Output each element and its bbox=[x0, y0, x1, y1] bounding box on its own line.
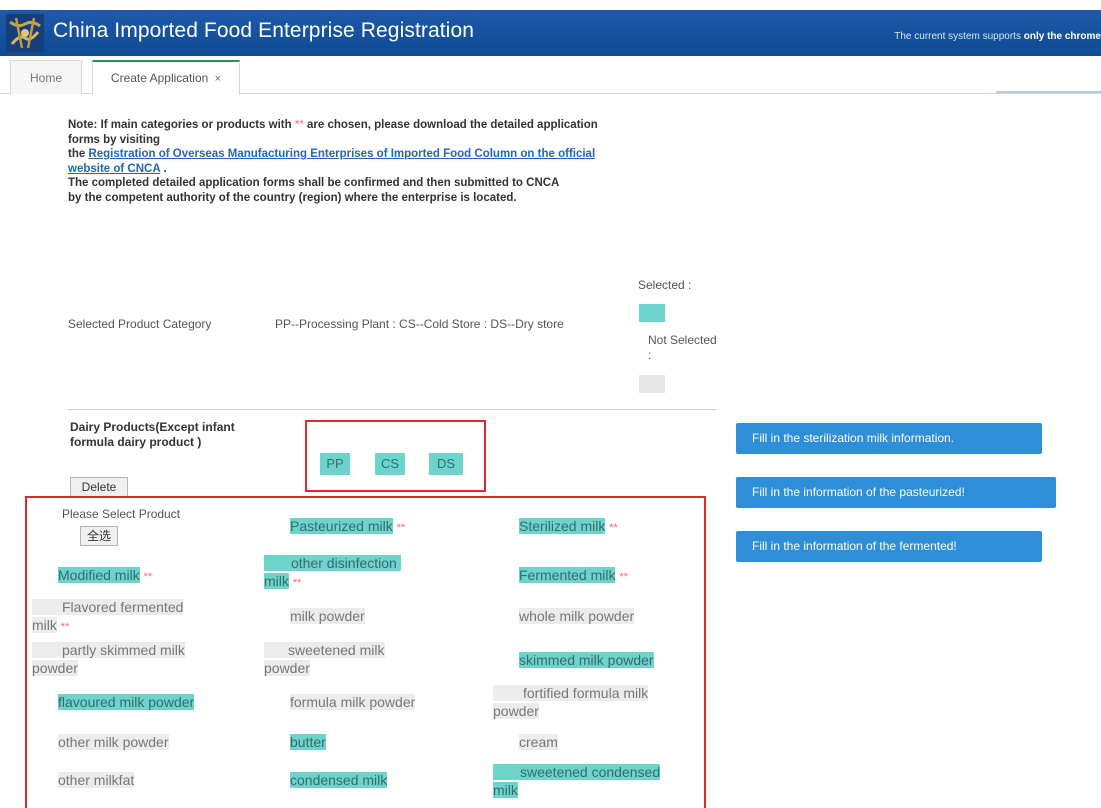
application-note: Note: If main categories or products wit… bbox=[68, 118, 608, 205]
tab-create-application[interactable]: Create Application × bbox=[92, 60, 240, 95]
browser-support-note: The current system supports only the chr… bbox=[894, 31, 1101, 42]
pasteurized-info-button[interactable]: Fill in the information of the pasteuriz… bbox=[736, 477, 1056, 508]
product-other-disinfection-milk[interactable]: other disinfection milk ** bbox=[264, 554, 464, 592]
header-accent-line bbox=[996, 91, 1101, 93]
product-label: butter bbox=[290, 734, 326, 750]
sterilization-milk-button[interactable]: Fill in the sterilization milk informati… bbox=[736, 423, 1042, 454]
tab-create-application-label: Create Application bbox=[110, 71, 209, 85]
product-formula-milk-powder[interactable]: formula milk powder bbox=[290, 693, 416, 711]
note-line2b: . bbox=[163, 162, 167, 175]
legend-not-selected-label: Not Selected : bbox=[648, 333, 717, 362]
plant-tag-cs[interactable]: CS bbox=[375, 453, 405, 475]
product-cream[interactable]: cream bbox=[519, 733, 558, 751]
product-label-line2: milk bbox=[493, 782, 518, 798]
product-label-line2: milk bbox=[264, 573, 289, 589]
product-label: whole milk powder bbox=[519, 608, 635, 624]
product-skimmed-milk-powder[interactable]: skimmed milk powder bbox=[519, 651, 654, 669]
product-label: Flavored fermented bbox=[32, 599, 184, 615]
product-other-milkfat[interactable]: other milkfat bbox=[58, 771, 135, 789]
delete-category-button[interactable]: Delete bbox=[70, 477, 128, 497]
product-sweetened-condensed-milk[interactable]: sweetened condensed milk bbox=[493, 763, 703, 799]
app-header: China Imported Food Enterprise Registrat… bbox=[0, 0, 1101, 56]
product-label-line2: powder bbox=[264, 660, 310, 676]
app-title: China Imported Food Enterprise Registrat… bbox=[53, 19, 475, 42]
product-modified-milk[interactable]: Modified milk ** bbox=[58, 566, 152, 586]
star-marker: ** bbox=[143, 571, 153, 583]
note-star-marker: ** bbox=[294, 119, 304, 131]
star-marker: ** bbox=[396, 522, 406, 534]
product-label: other disinfection bbox=[264, 555, 401, 571]
registration-logo-icon bbox=[6, 14, 44, 52]
product-label-line2: powder bbox=[32, 660, 78, 676]
product-label: other milkfat bbox=[58, 772, 135, 788]
star-marker: ** bbox=[292, 577, 302, 589]
product-butter[interactable]: butter bbox=[290, 733, 326, 751]
legend-selected-swatch bbox=[639, 304, 665, 322]
note-line3: The completed detailed application forms… bbox=[68, 177, 560, 189]
product-label: milk powder bbox=[290, 608, 365, 624]
category-description: PP--Processing Plant : CS--Cold Store : … bbox=[275, 317, 564, 331]
legend-not-selected-swatch bbox=[639, 375, 665, 393]
product-label: Fermented milk bbox=[519, 567, 616, 583]
star-marker: ** bbox=[60, 621, 70, 633]
product-milk-powder[interactable]: milk powder bbox=[290, 607, 365, 625]
plant-tag-ds[interactable]: DS bbox=[429, 453, 463, 475]
close-tab-icon[interactable]: × bbox=[215, 73, 221, 85]
dairy-category-label: Dairy Products(Except infant formula dai… bbox=[70, 420, 235, 449]
product-label: sweetened milk bbox=[264, 642, 385, 658]
cnca-registration-link[interactable]: Registration of Overseas Manufacturing E… bbox=[68, 148, 595, 175]
star-marker: ** bbox=[609, 522, 618, 534]
selected-product-category-label: Selected Product Category bbox=[68, 317, 212, 331]
product-label: sweetened condensed bbox=[493, 764, 661, 780]
plant-tag-pp[interactable]: PP bbox=[320, 453, 350, 475]
product-fortified-formula-milk-powder[interactable]: fortified formula milk powder bbox=[493, 684, 703, 720]
product-condensed-milk[interactable]: condensed milk bbox=[290, 771, 388, 789]
tab-bar: Home Create Application × bbox=[0, 56, 1101, 95]
product-pasteurized-milk[interactable]: Pasteurized milk ** bbox=[290, 517, 405, 537]
product-label: other milk powder bbox=[58, 734, 169, 750]
star-marker: ** bbox=[619, 571, 628, 583]
product-flavored-fermented-milk[interactable]: Flavored fermented milk ** bbox=[32, 598, 232, 636]
note-line1: Note: If main categories or products wit… bbox=[68, 119, 292, 131]
product-label: skimmed milk powder bbox=[519, 652, 654, 668]
product-label: condensed milk bbox=[290, 772, 388, 788]
section-divider bbox=[68, 409, 716, 410]
product-fermented-milk[interactable]: Fermented milk ** bbox=[519, 566, 628, 586]
product-partly-skimmed-milk-powder[interactable]: partly skimmed milk powder bbox=[32, 641, 232, 677]
product-label: cream bbox=[519, 734, 558, 750]
product-label-line2: powder bbox=[493, 703, 539, 719]
product-label: formula milk powder bbox=[290, 694, 416, 710]
browser-note-bold: only the chrome bbox=[1023, 31, 1101, 42]
select-all-button[interactable]: 全选 bbox=[80, 526, 118, 546]
tab-home[interactable]: Home bbox=[10, 60, 82, 94]
browser-note-text: The current system supports bbox=[894, 31, 1021, 42]
product-label-line2: milk bbox=[32, 617, 57, 633]
note-line2: the bbox=[68, 148, 86, 160]
product-flavoured-milk-powder[interactable]: flavoured milk powder bbox=[58, 693, 195, 711]
product-label: Sterilized milk bbox=[519, 518, 606, 534]
note-line4: by the competent authority of the countr… bbox=[68, 191, 517, 204]
product-label: flavoured milk powder bbox=[58, 694, 195, 710]
product-whole-milk-powder[interactable]: whole milk powder bbox=[519, 607, 635, 625]
product-label: Pasteurized milk bbox=[290, 518, 393, 534]
product-sterilized-milk[interactable]: Sterilized milk ** bbox=[519, 517, 618, 537]
fermented-info-button[interactable]: Fill in the information of the fermented… bbox=[736, 531, 1042, 562]
product-label: Modified milk bbox=[58, 567, 140, 583]
select-product-label: Please Select Product bbox=[62, 507, 181, 521]
product-label: fortified formula milk bbox=[493, 685, 649, 701]
product-label: partly skimmed milk bbox=[32, 642, 185, 658]
legend-selected-label: Selected : bbox=[638, 278, 692, 292]
product-other-milk-powder[interactable]: other milk powder bbox=[58, 733, 169, 751]
product-sweetened-milk-powder[interactable]: sweetened milk powder bbox=[264, 641, 464, 677]
